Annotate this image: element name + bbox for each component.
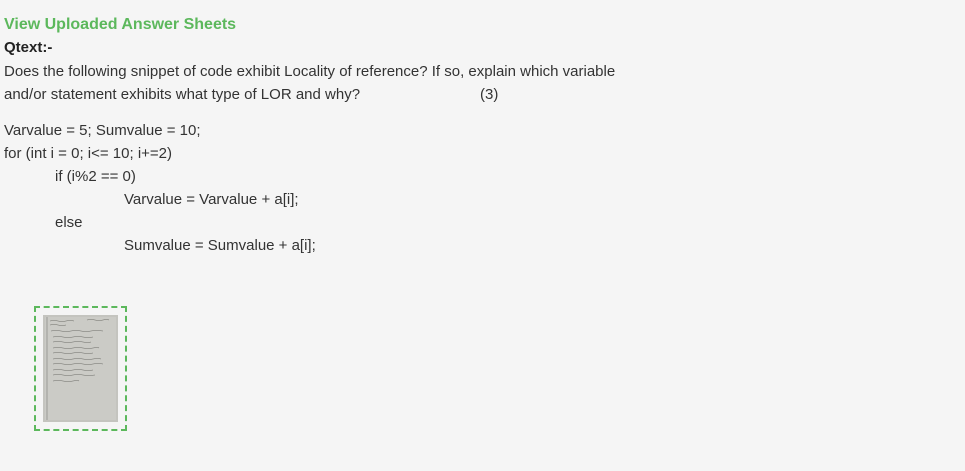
code-line-4: Varvalue = Varvalue + a[i];: [124, 191, 299, 208]
question-marks: (3): [480, 86, 499, 103]
page-title: View Uploaded Answer Sheets: [4, 16, 237, 33]
code-line-1: Varvalue = 5; Sumvalue = 10;: [4, 122, 201, 139]
qtext-label: Qtext:-: [4, 39, 53, 56]
code-line-3: if (i%2 == 0): [55, 168, 136, 185]
code-line-6: Sumvalue = Sumvalue + a[i];: [124, 237, 316, 254]
code-line-2: for (int i = 0; i<= 10; i+=2): [4, 145, 173, 162]
handwritten-page-icon: [43, 315, 118, 422]
answer-sheet-thumbnail[interactable]: [34, 306, 127, 431]
code-line-5: else: [55, 214, 83, 231]
question-text-line-2: and/or statement exhibits what type of L…: [4, 86, 361, 103]
question-text-line-1: Does the following snippet of code exhib…: [4, 63, 616, 80]
